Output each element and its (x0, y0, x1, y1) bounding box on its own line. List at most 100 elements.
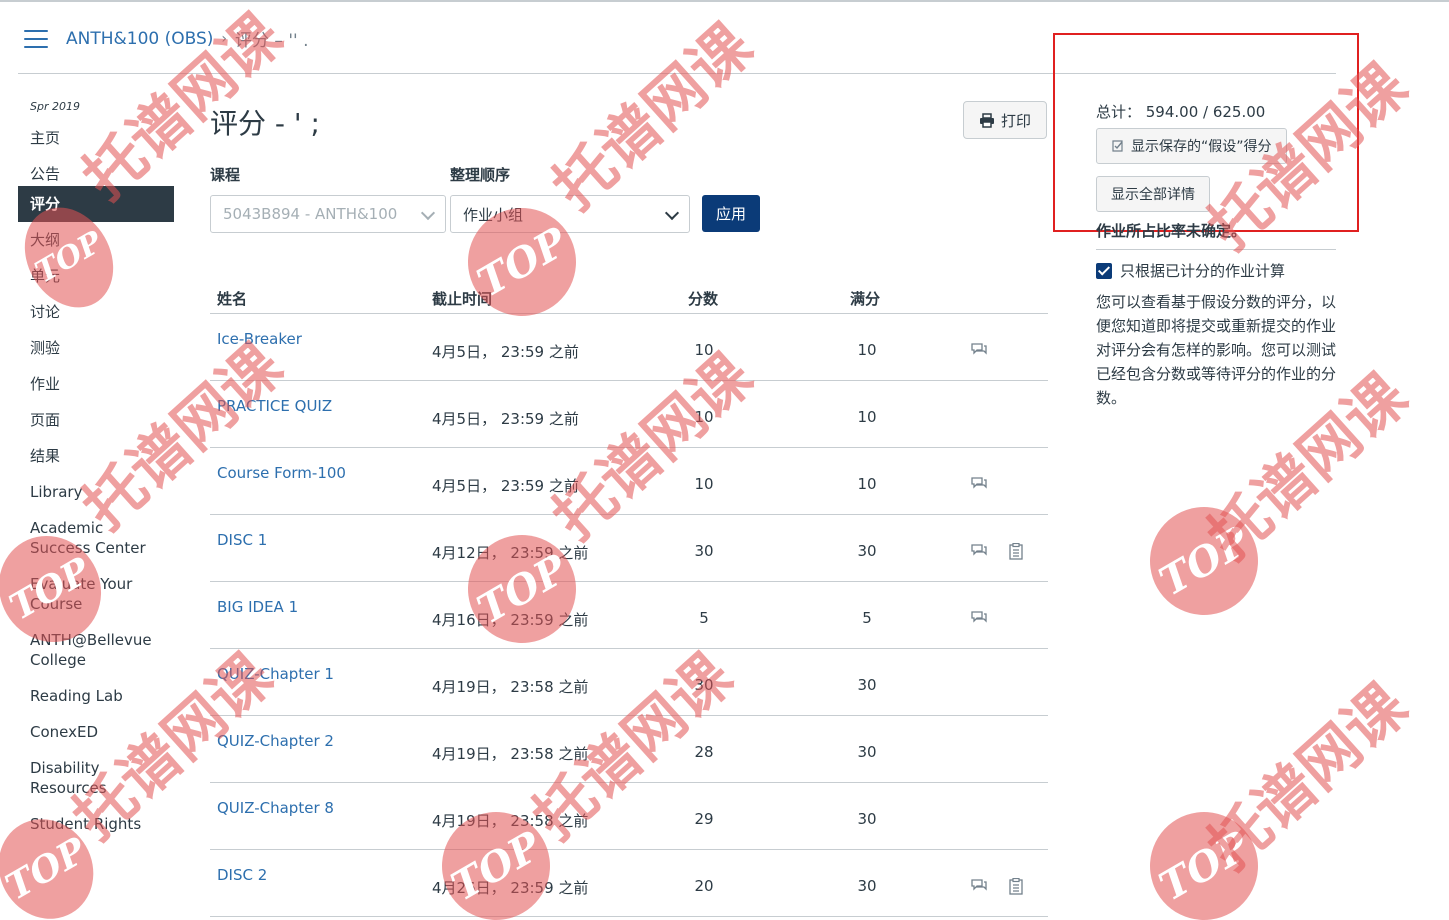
table-row: DISC 1 4月12日， 23:59 之前 30 30 (210, 515, 1048, 582)
assignment-link[interactable]: BIG IDEA 1 (217, 598, 298, 616)
nav-item-4[interactable]: 单元 (18, 266, 174, 286)
nav-item-1[interactable]: 公告 (18, 164, 174, 184)
points-possible: 30 (857, 877, 877, 895)
nav-item-11[interactable]: Academic Success Center (18, 518, 168, 558)
score[interactable]: 28 (680, 743, 728, 761)
nav-item-0[interactable]: 主页 (18, 128, 174, 148)
hamburger-menu-icon[interactable] (24, 30, 48, 48)
breadcrumb-current: 评分 – '' . (235, 31, 309, 51)
nav-item-7[interactable]: 作业 (18, 374, 174, 394)
assignment-link[interactable]: QUIZ-Chapter 8 (217, 799, 334, 817)
header-out-of: 满分 (850, 290, 881, 308)
comment-icon[interactable] (970, 543, 988, 559)
due-date: 4月12日， 23:59 之前 (432, 544, 589, 562)
show-what-if-button[interactable]: 显示保存的“假设”得分 (1096, 128, 1287, 164)
course-navigation: 主页公告 评分大纲单元讨论测验作业页面结果 Library Academic Succ… (18, 128, 174, 850)
nav-item-10[interactable]: Library (18, 482, 174, 502)
assignment-link[interactable]: PRACTICE QUIZ (217, 397, 332, 415)
header-due: 截止时间 (432, 290, 493, 308)
watermark-text: 托谱网课 (1195, 670, 1421, 884)
nav-item-9[interactable]: 结果 (18, 446, 174, 466)
score[interactable]: 10 (680, 341, 728, 359)
table-row: Course Form-100 4月5日， 23:59 之前 10 10 (210, 448, 1048, 515)
watermark-logo: TOP (1130, 792, 1278, 920)
score[interactable]: 10 (680, 408, 728, 426)
total-score: 总计： 594.00 / 625.00 (1096, 103, 1266, 121)
points-possible: 30 (857, 810, 877, 828)
course-select-value: 5043B894 - ANTH&100 (223, 205, 398, 223)
table-row: PRACTICE QUIZ 4月5日， 23:59 之前 10 10 (210, 381, 1048, 448)
course-select[interactable]: 5043B894 - ANTH&100 (210, 195, 446, 233)
graded-only-checkbox[interactable] (1096, 262, 1112, 279)
nav-item-17[interactable]: Student Rights (18, 814, 174, 834)
page-title: 评分 - ' ; (210, 107, 320, 140)
nav-item-8[interactable]: 页面 (18, 410, 174, 430)
breadcrumb: ANTH&100 (OBS) › 评分 – '' . (66, 26, 309, 52)
table-row: Ice-Breaker 4月5日， 23:59 之前 10 10 (210, 314, 1048, 381)
score[interactable]: 10 (680, 475, 728, 493)
nav-item-12[interactable]: Evaluate Your Course (18, 574, 168, 614)
due-date: 4月19日， 23:58 之前 (432, 812, 589, 830)
assignment-link[interactable]: QUIZ-Chapter 1 (217, 665, 334, 683)
apply-button[interactable]: 应用 (702, 195, 760, 232)
assignment-weights-heading: 作业所占比率未确定。 (1096, 220, 1336, 250)
breadcrumb-course-link[interactable]: ANTH&100 (OBS) (66, 29, 213, 49)
chevron-down-icon (664, 205, 680, 221)
show-all-details-button[interactable]: 显示全部详情 (1096, 176, 1210, 212)
assignment-link[interactable]: DISC 1 (217, 531, 267, 549)
comment-icon[interactable] (970, 476, 988, 492)
header-name: 姓名 (217, 290, 248, 308)
points-possible: 30 (857, 743, 877, 761)
header-score: 分数 (688, 290, 719, 308)
assignment-link[interactable]: Course Form-100 (217, 464, 346, 482)
score[interactable]: 30 (680, 542, 728, 560)
comment-icon[interactable] (970, 342, 988, 358)
points-possible: 10 (857, 341, 877, 359)
assignment-link[interactable]: QUIZ-Chapter 2 (217, 732, 334, 750)
graded-only-label: 只根据已计分的作业计算 (1120, 262, 1286, 280)
show-what-if-label: 显示保存的“假设”得分 (1131, 139, 1272, 155)
due-date: 4月26日， 23:59 之前 (432, 879, 589, 897)
due-date: 4月19日， 23:58 之前 (432, 745, 589, 763)
table-row: BIG IDEA 1 4月16日， 23:59 之前 5 5 (210, 582, 1048, 649)
nav-item-6[interactable]: 测验 (18, 338, 174, 358)
assignment-link[interactable]: Ice-Breaker (217, 330, 302, 348)
due-date: 4月5日， 23:59 之前 (432, 343, 579, 361)
score[interactable]: 5 (680, 609, 728, 627)
nav-item-13[interactable]: ANTH@Bellevue College (18, 630, 168, 670)
nav-item-15[interactable]: ConexED (18, 722, 174, 742)
breadcrumb-separator-icon: › (221, 30, 228, 47)
chevron-down-icon (420, 205, 436, 221)
points-possible: 10 (857, 408, 877, 426)
rubric-icon[interactable] (1008, 877, 1026, 895)
table-row: QUIZ-Chapter 1 4月19日， 23:58 之前 30 30 (210, 649, 1048, 716)
nav-item-2[interactable]: 评分 (18, 186, 174, 222)
table-row: DISC 2 4月26日， 23:59 之前 20 30 (210, 850, 1048, 917)
comment-icon[interactable] (970, 610, 988, 626)
order-select[interactable]: 作业小组 (450, 195, 690, 233)
assignment-link[interactable]: DISC 2 (217, 866, 267, 884)
comment-icon[interactable] (970, 878, 988, 894)
term-label: Spr 2019 (30, 100, 80, 113)
top-border (0, 0, 1449, 2)
print-label: 打印 (1000, 111, 1031, 130)
points-possible: 30 (857, 676, 877, 694)
printer-icon (979, 112, 994, 128)
course-label: 课程 (210, 166, 241, 184)
points-possible: 10 (857, 475, 877, 493)
table-header: 姓名 截止时间 分数 满分 (210, 280, 1048, 314)
rubric-icon[interactable] (1008, 542, 1026, 560)
score[interactable]: 20 (680, 877, 728, 895)
score[interactable]: 29 (680, 810, 728, 828)
nav-item-14[interactable]: Reading Lab (18, 686, 174, 706)
nav-item-5[interactable]: 讨论 (18, 302, 174, 322)
table-row: QUIZ-Chapter 2 4月19日， 23:58 之前 28 30 (210, 716, 1048, 783)
nav-item-16[interactable]: Disability Resources (18, 758, 168, 798)
nav-item-3[interactable]: 大纲 (18, 230, 174, 250)
due-date: 4月16日， 23:59 之前 (432, 611, 589, 629)
print-button[interactable]: 打印 (963, 101, 1047, 139)
table-row: QUIZ-Chapter 8 4月19日， 23:58 之前 29 30 (210, 783, 1048, 850)
score[interactable]: 30 (680, 676, 728, 694)
order-select-value: 作业小组 (463, 205, 524, 224)
watermark-logo: TOP (1130, 487, 1278, 635)
